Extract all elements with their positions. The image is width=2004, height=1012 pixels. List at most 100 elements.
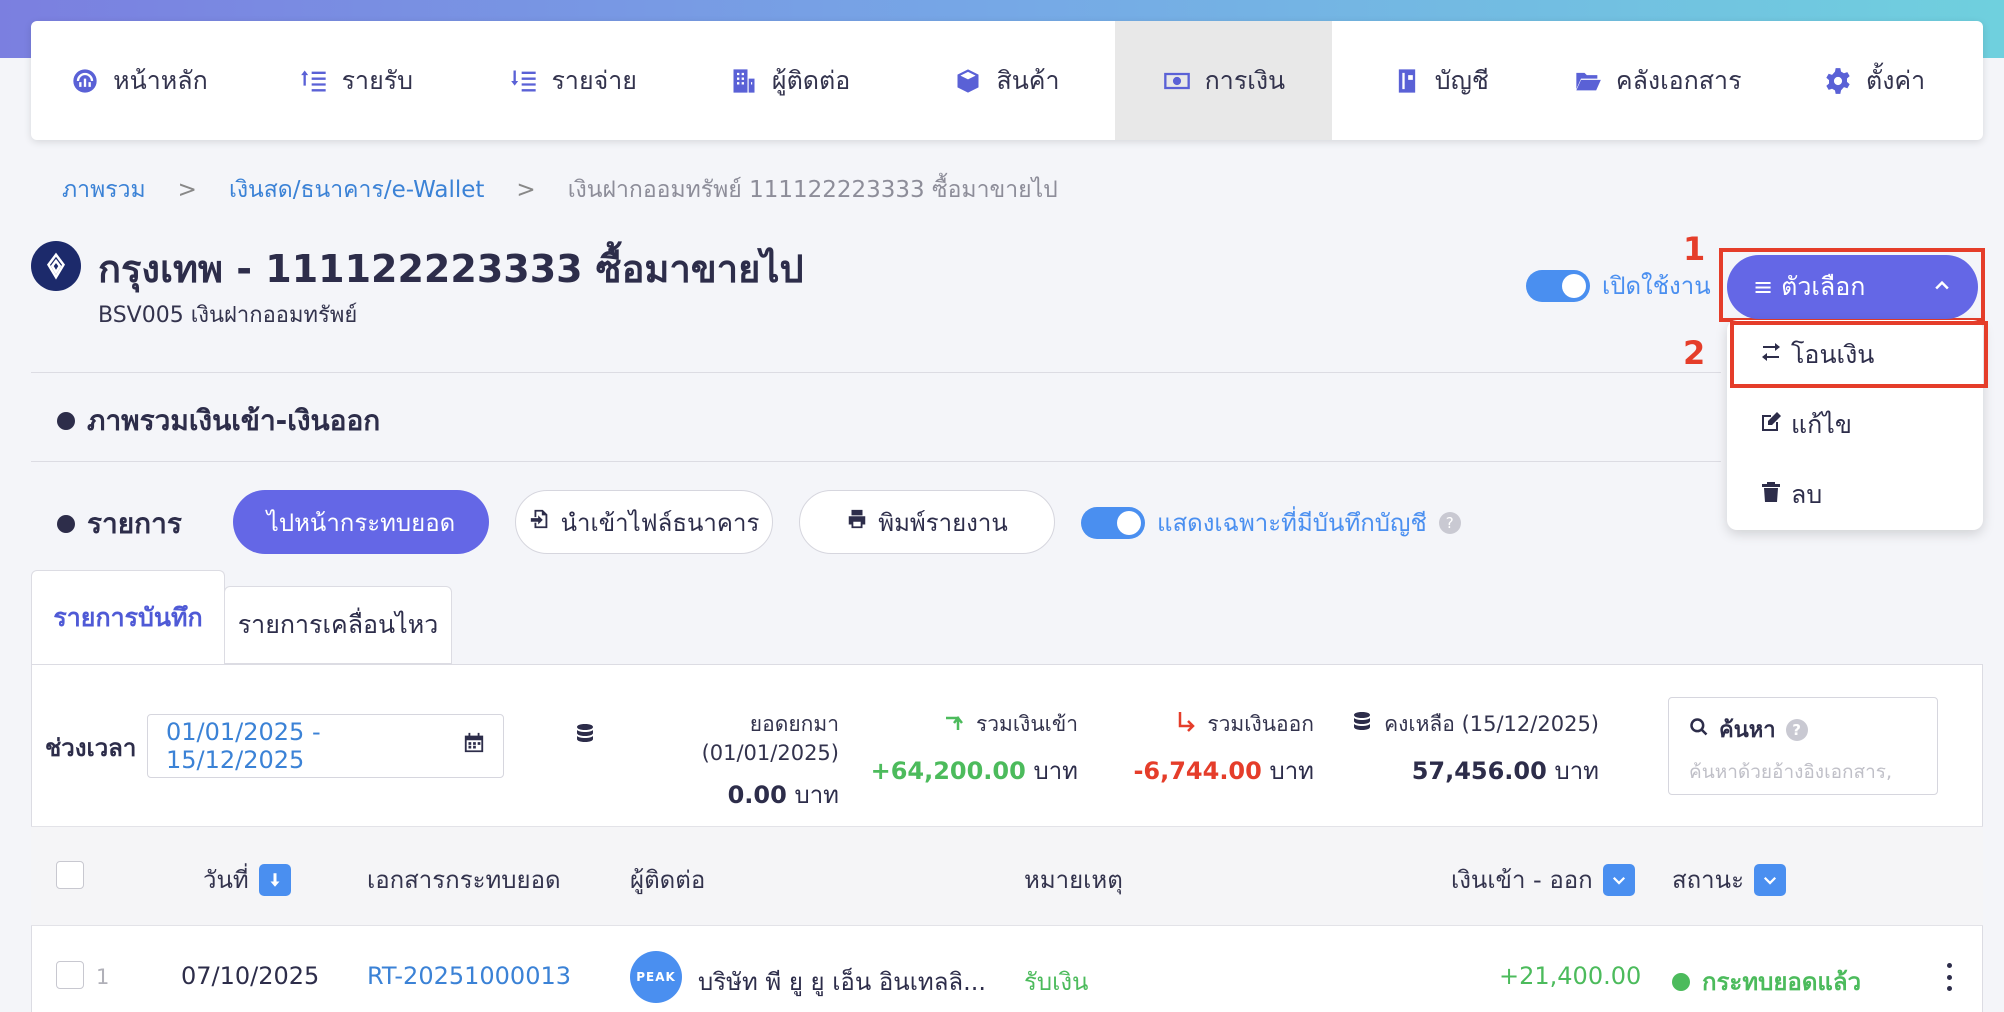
gear-icon	[1824, 67, 1852, 95]
column-amount: เงินเข้า - ออก	[1451, 860, 1635, 899]
nav-item-home[interactable]: หน้าหลัก	[31, 21, 248, 140]
row-more-icon[interactable]	[1944, 963, 1954, 991]
column-contact: ผู้ติดต่อ	[630, 866, 706, 894]
column-date: วันที่	[203, 860, 291, 899]
nav-item-settings[interactable]: ตั้งค่า	[1766, 21, 1983, 140]
annotation-step-2: 2	[1683, 334, 1706, 372]
divider	[31, 372, 1721, 373]
box-icon	[954, 67, 982, 95]
breadcrumb-overview[interactable]: ภาพรวม	[62, 172, 146, 208]
row-amount: +21,400.00	[1499, 962, 1642, 990]
chevron-down-icon[interactable]	[1753, 863, 1786, 896]
nav-item-expense[interactable]: รายจ่าย	[465, 21, 682, 140]
stat-opening-balance: ยอดยกมา (01/01/2025) 0.00 บาท	[573, 708, 839, 814]
breadcrumb-cash-bank[interactable]: เงินสด/ธนาคาร/e-Wallet	[229, 172, 484, 208]
stat-closing-balance: คงเหลือ (15/12/2025) 57,456.00 บาท	[1349, 708, 1599, 790]
nav-label: รายรับ	[341, 65, 414, 95]
menu-item-label: แก้ไข	[1791, 410, 1852, 439]
nav-label: รายจ่าย	[551, 65, 637, 95]
building-contacts-icon	[730, 67, 758, 95]
nav-item-finance[interactable]: การเงิน	[1115, 21, 1333, 140]
select-all-checkbox[interactable]	[56, 861, 84, 889]
column-label: เงินเข้า - ออก	[1451, 866, 1593, 894]
help-icon[interactable]: ?	[1785, 718, 1808, 741]
folder-open-icon	[1574, 67, 1602, 95]
help-icon[interactable]: ?	[1438, 511, 1461, 534]
section-overview: ภาพรวมเงินเข้า-เงินออก	[57, 399, 380, 443]
row-status: กระทบยอดแล้ว	[1672, 962, 1861, 1001]
options-button[interactable]: ≡ ตัวเลือก	[1727, 255, 1978, 319]
stat-total-income: รวมเงินเข้า +64,200.00 บาท	[870, 708, 1078, 790]
nav-item-contacts[interactable]: ผู้ติดต่อ	[682, 21, 899, 140]
stat-unit: บาท	[1033, 757, 1078, 785]
stat-unit: บาท	[1269, 757, 1314, 785]
calendar-icon	[463, 732, 485, 760]
row-index: 1	[96, 965, 110, 989]
printer-icon	[846, 508, 868, 536]
nav-item-documents[interactable]: คลังเอกสาร	[1549, 21, 1766, 140]
bullet-dot	[57, 515, 75, 533]
annotation-step-1: 1	[1683, 230, 1706, 268]
print-report-label: พิมพ์รายงาน	[878, 508, 1008, 537]
row-document-link[interactable]: RT-20251000013	[367, 962, 571, 990]
income-list-icon	[300, 67, 328, 95]
nav-item-products[interactable]: สินค้า	[899, 21, 1116, 140]
breadcrumb-separator: >	[516, 177, 536, 203]
nav-label: สินค้า	[996, 65, 1060, 95]
expense-list-icon	[510, 67, 538, 95]
stat-label: รวมเงินออก	[1207, 712, 1314, 736]
chevron-down-icon[interactable]	[1602, 863, 1635, 896]
stat-unit: บาท	[1554, 757, 1599, 785]
enable-toggle[interactable]	[1526, 269, 1590, 302]
row-contact[interactable]: บริษัท พี ยู ยู เอ็น อินเทลลิ...	[698, 962, 986, 1001]
account-subtitle: BSV005 เงินฝากออมทรัพย์	[98, 303, 358, 328]
arrow-out-icon	[1173, 710, 1197, 739]
stat-total-expense: รวมเงินออก -6,744.00 บาท	[1108, 708, 1314, 790]
menu-lines-icon: ≡	[1753, 273, 1774, 301]
tab-movements[interactable]: รายการเคลื่อนไหว	[224, 586, 452, 664]
menu-item-delete[interactable]: ลบ	[1727, 460, 1983, 530]
print-report-button[interactable]: พิมพ์รายงาน	[799, 490, 1055, 554]
menu-item-edit[interactable]: แก้ไข	[1727, 390, 1983, 460]
section-transactions: รายการ	[57, 502, 182, 546]
search-input[interactable]: ค้นหา ? ค้นหาด้วยอ้างอิงเอกสาร,	[1668, 697, 1938, 795]
date-range-value: 01/01/2025 - 15/12/2025	[166, 718, 321, 774]
tab-records[interactable]: รายการบันทึก	[31, 570, 225, 664]
recorded-only-toggle-group: แสดงเฉพาะที่มีบันทึกบัญชี ?	[1081, 503, 1461, 542]
nav-label: การเงิน	[1204, 65, 1286, 95]
search-placeholder: ค้นหาด้วยอ้างอิงเอกสาร,	[1689, 761, 1892, 783]
bank-logo	[31, 241, 81, 291]
import-bank-label: นำเข้าไฟล์ธนาคาร	[560, 508, 760, 537]
arrow-in-icon	[942, 710, 966, 739]
status-label: กระทบยอดแล้ว	[1702, 968, 1862, 996]
column-status: สถานะ	[1672, 860, 1786, 899]
contact-avatar: PEAK	[630, 951, 682, 1003]
import-bank-file-button[interactable]: นำเข้าไฟล์ธนาคาร	[515, 490, 773, 554]
nav-item-income[interactable]: รายรับ	[248, 21, 465, 140]
stat-unit: บาท	[794, 781, 839, 809]
nav-item-accounting[interactable]: บัญชี	[1332, 21, 1549, 140]
reconcile-button[interactable]: ไปหน้ากระทบยอด	[233, 490, 489, 554]
coins-icon	[1350, 710, 1374, 739]
nav-label: ผู้ติดต่อ	[771, 65, 851, 95]
money-bill-icon	[1163, 67, 1191, 95]
stat-value: -6,744.00	[1133, 757, 1262, 785]
stat-value: +64,200.00	[870, 757, 1026, 785]
stat-value: 0.00	[727, 781, 787, 809]
stat-label: ยอดยกมา (01/01/2025)	[701, 712, 839, 765]
column-note: หมายเหตุ	[1024, 866, 1123, 894]
enable-toggle-group: เปิดใช้งาน	[1526, 266, 1711, 305]
coins-icon	[573, 722, 597, 751]
row-checkbox[interactable]	[56, 961, 84, 989]
date-range-picker[interactable]: 01/01/2025 - 15/12/2025	[147, 714, 504, 778]
dashboard-gauge-icon	[71, 67, 99, 95]
stat-label: คงเหลือ (15/12/2025)	[1384, 712, 1599, 736]
account-title: กรุงเทพ - 111122223333 ซื้อมาขายไป	[98, 247, 804, 291]
section-overview-title: ภาพรวมเงินเข้า-เงินออก	[87, 404, 381, 437]
row-note: รับเงิน	[1024, 968, 1089, 996]
search-icon	[1689, 717, 1709, 743]
sort-down-icon[interactable]	[258, 863, 291, 896]
recorded-only-toggle[interactable]	[1081, 506, 1145, 539]
status-dot	[1672, 972, 1690, 991]
main-nav: หน้าหลัก รายรับ รายจ่าย ผู้ติดต่อ สินค้า…	[31, 21, 1983, 140]
